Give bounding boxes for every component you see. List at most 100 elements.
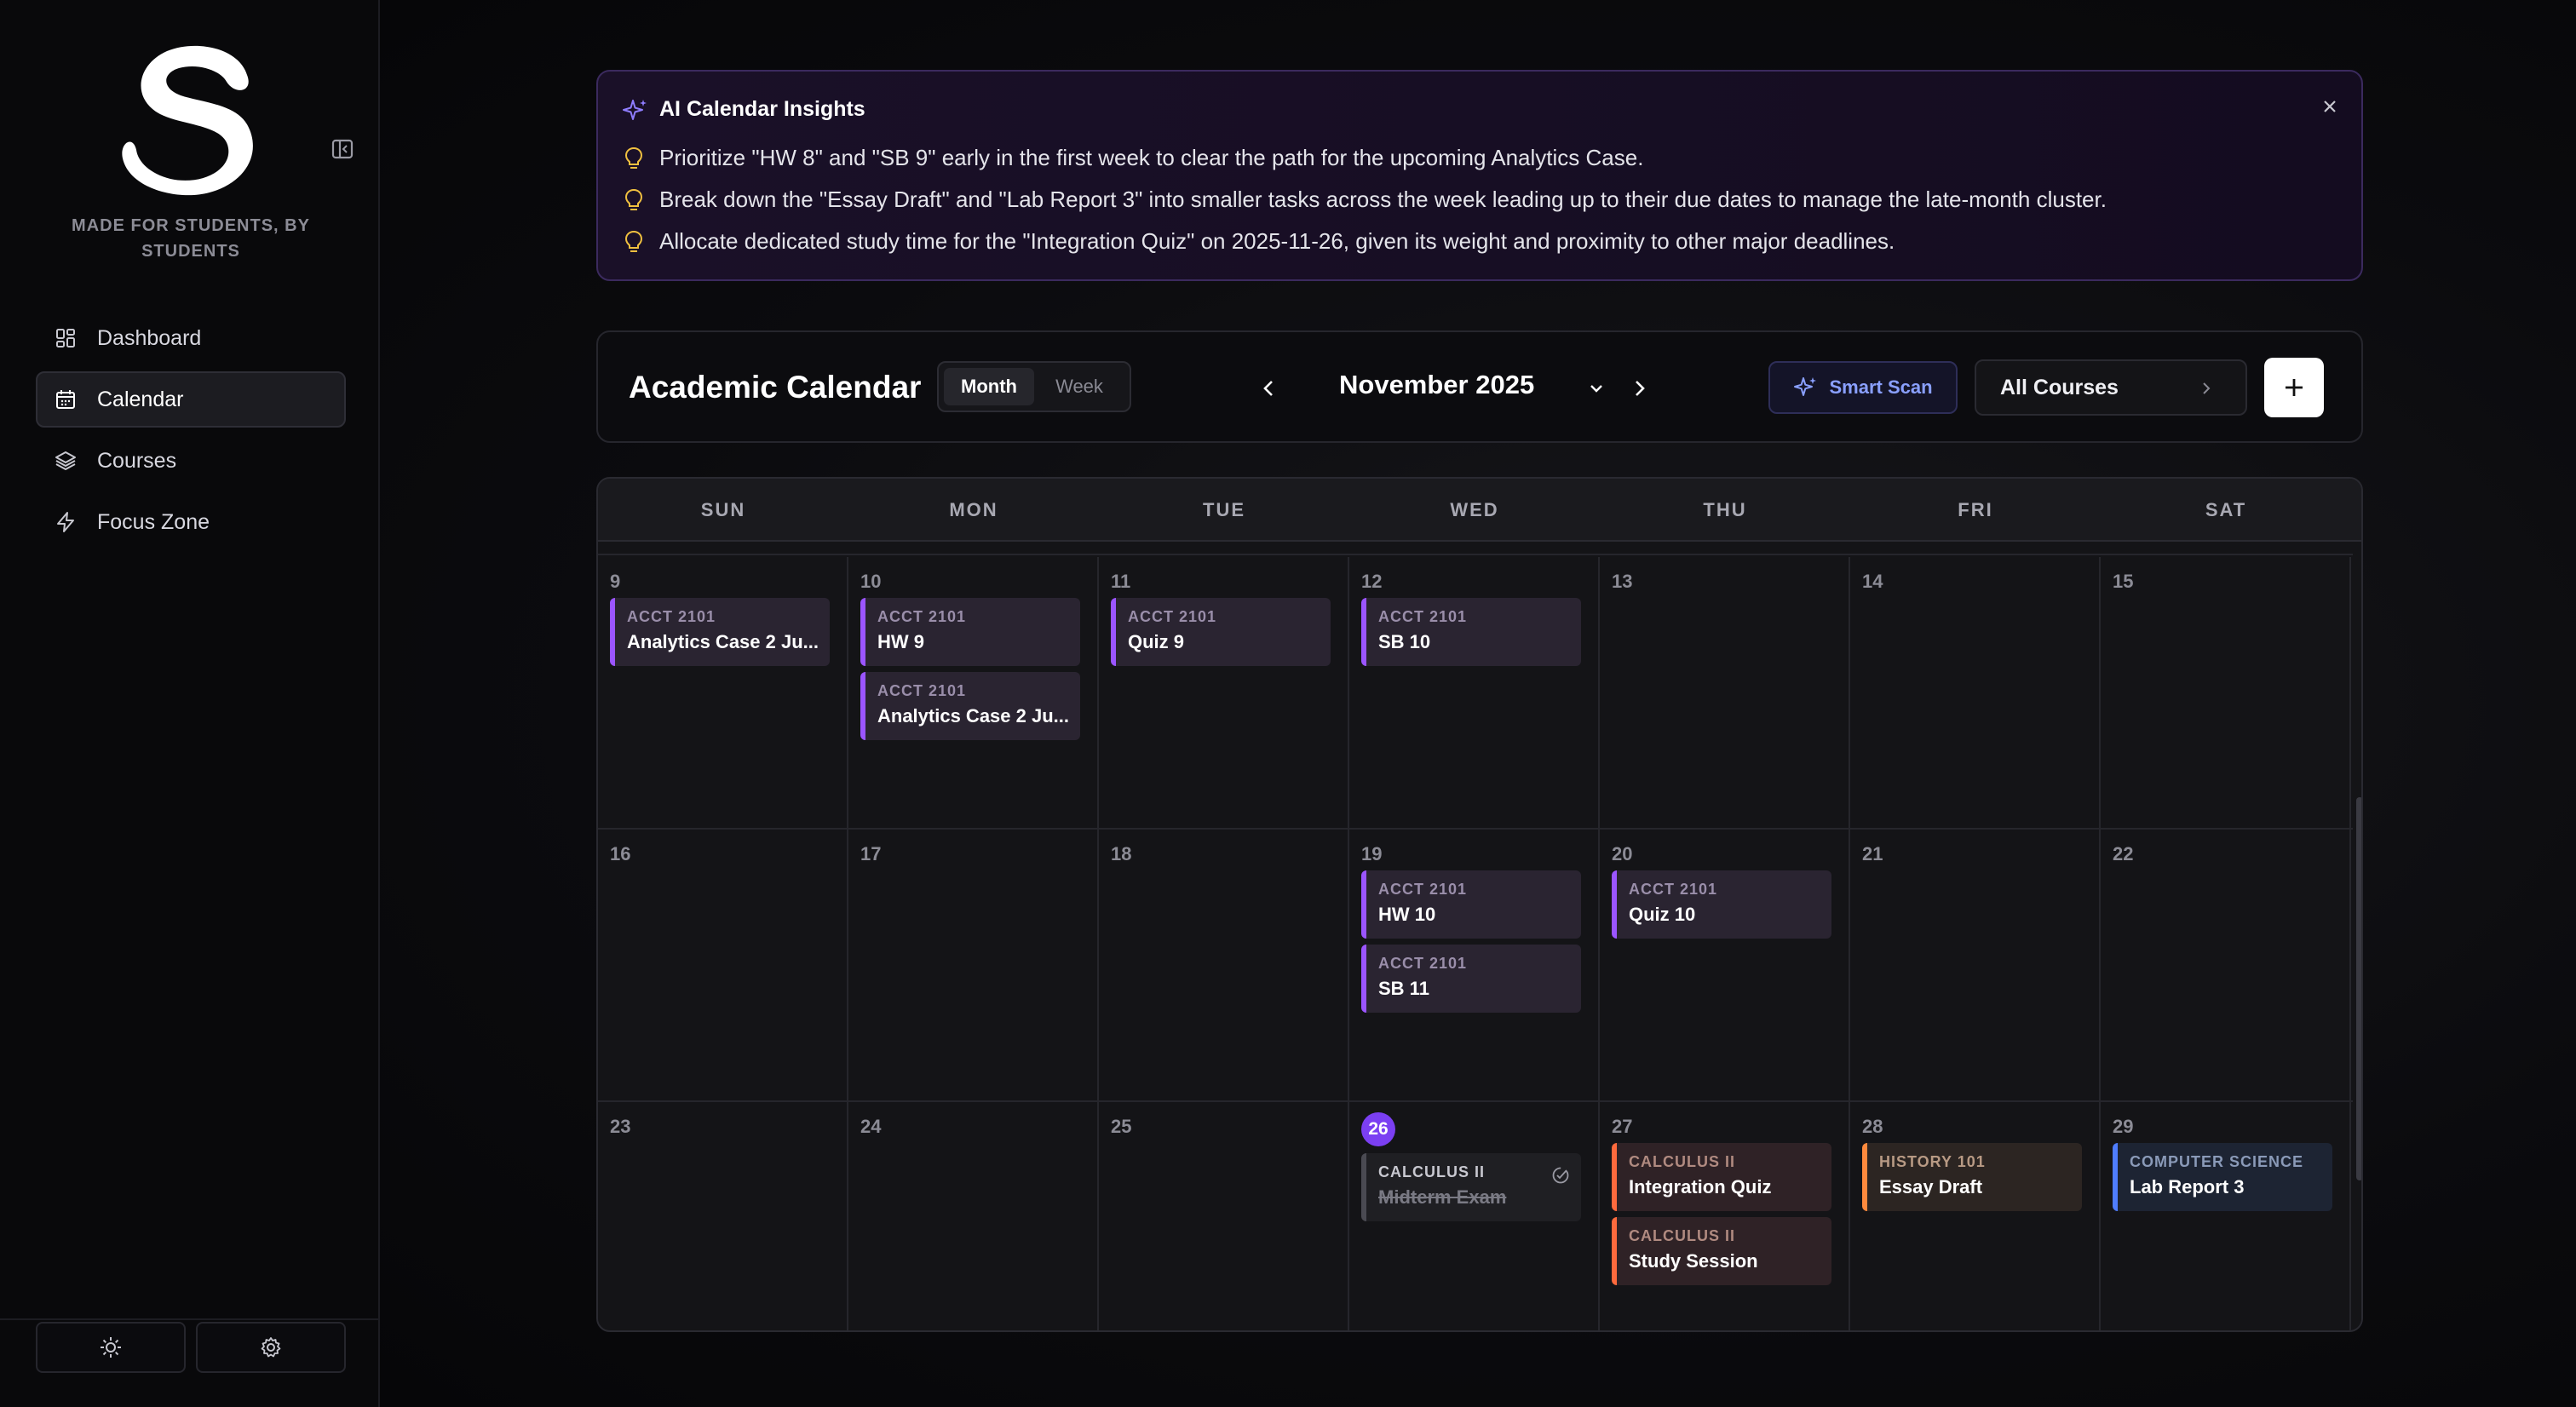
weekday-label: SAT [2205, 499, 2247, 520]
view-week-button[interactable]: Week [1034, 368, 1124, 405]
lightbulb-icon [624, 146, 643, 169]
day-number: 23 [610, 1116, 631, 1137]
event-title: SB 11 [1378, 978, 1429, 999]
weekday-label: TUE [1203, 499, 1245, 520]
day-cell[interactable]: 21 [1850, 830, 2101, 1100]
smart-scan-button[interactable]: Smart Scan [1768, 361, 1958, 414]
sidebar-collapse-icon[interactable] [329, 136, 356, 162]
day-cell[interactable]: 14 [1850, 557, 2101, 828]
day-number: 15 [2113, 571, 2134, 592]
weekday-label: MON [949, 499, 998, 520]
day-cell[interactable]: 22 [2101, 830, 2351, 1100]
view-toggle: Month Week [937, 361, 1131, 412]
calendar-event[interactable]: CALCULUS II Integration Quiz [1612, 1143, 1831, 1211]
insight-tip-text: Break down the "Essay Draft" and "Lab Re… [659, 187, 2107, 212]
day-number: 21 [1862, 843, 1883, 864]
day-cell[interactable]: 26 CALCULUS II Midterm Exam [1349, 1102, 1600, 1330]
gear-icon [261, 1337, 281, 1358]
layers-icon [55, 451, 76, 470]
scrollbar-thumb[interactable] [2356, 797, 2361, 1180]
nav-focus-zone-label: Focus Zone [97, 509, 210, 534]
event-course: ACCT 2101 [1378, 955, 1468, 972]
insight-tip-text: Allocate dedicated study time for the "I… [659, 228, 1895, 254]
nav-calendar[interactable]: Calendar [36, 371, 346, 428]
calendar-event[interactable]: ACCT 2101 HW 9 [860, 598, 1080, 666]
view-month-button[interactable]: Month [944, 368, 1034, 405]
day-cell[interactable]: 10 ACCT 2101 HW 9 ACCT 2101 Analytics Case 2… [848, 557, 1099, 828]
calendar-event[interactable]: COMPUTER SCIENCE Lab Report 3 [2113, 1143, 2332, 1211]
day-cell[interactable]: 16 [598, 830, 848, 1100]
calendar-event[interactable]: CALCULUS II Study Session [1612, 1217, 1831, 1285]
day-cell[interactable]: 17 [848, 830, 1099, 1100]
event-title: Quiz 9 [1128, 631, 1185, 652]
week-row: 16 17 18 19 ACCT 2101 HW 10 ACCT 2101 SB 11 20 AC… [598, 830, 2353, 1102]
day-cell[interactable]: 23 [598, 1102, 848, 1330]
weekday-label: FRI [1958, 499, 1993, 520]
day-cell[interactable]: 25 [1099, 1102, 1349, 1330]
prev-month-icon[interactable] [1254, 373, 1285, 404]
nav-courses[interactable]: Courses [36, 433, 346, 489]
month-label[interactable]: November 2025 [1339, 370, 1534, 400]
day-number: 29 [2113, 1116, 2134, 1137]
nav-focus-zone[interactable]: Focus Zone [36, 494, 346, 550]
day-cell[interactable]: 12 ACCT 2101 SB 10 [1349, 557, 1600, 828]
calendar-icon [56, 390, 75, 409]
event-title: Study Session [1629, 1250, 1758, 1272]
main-content: AI Calendar Insights Prioritize "HW 8" a… [380, 0, 2576, 1407]
app-logo[interactable] [119, 43, 264, 196]
nav-dashboard-label: Dashboard [97, 325, 202, 350]
next-month-icon[interactable] [1624, 373, 1654, 404]
day-cell[interactable]: 20 ACCT 2101 Quiz 10 [1600, 830, 1850, 1100]
chevron-down-icon[interactable] [1586, 378, 1607, 399]
day-number: 22 [2113, 843, 2134, 864]
day-number: 18 [1111, 843, 1132, 864]
day-number: 13 [1612, 571, 1633, 592]
event-title: Integration Quiz [1629, 1176, 1772, 1197]
event-course: ACCT 2101 [877, 682, 967, 699]
day-cell[interactable]: 18 [1099, 830, 1349, 1100]
day-cell[interactable]: 9 ACCT 2101 Analytics Case 2 Ju... [598, 557, 848, 828]
insights-title: AI Calendar Insights [659, 97, 865, 121]
calendar-event[interactable]: ACCT 2101 SB 11 [1361, 945, 1581, 1013]
add-event-button[interactable] [2264, 358, 2324, 417]
calendar-weekday-header: SUN MON TUE WED THU FRI SAT [598, 479, 2361, 542]
event-course: ACCT 2101 [1378, 608, 1468, 625]
nav-courses-label: Courses [97, 448, 177, 473]
event-course: ACCT 2101 [1629, 881, 1718, 898]
day-number: 17 [860, 843, 882, 864]
check-circle-icon[interactable] [1550, 1165, 1571, 1186]
theme-toggle-button[interactable] [36, 1322, 186, 1373]
day-cell[interactable]: 28 HISTORY 101 Essay Draft [1850, 1102, 2101, 1330]
event-course: CALCULUS II [1629, 1153, 1735, 1170]
settings-button[interactable] [196, 1322, 346, 1373]
app-tagline: MADE FOR STUDENTS, BY STUDENTS [72, 216, 310, 261]
calendar-event[interactable]: ACCT 2101 Quiz 10 [1612, 870, 1831, 939]
calendar-event[interactable]: CALCULUS II Midterm Exam [1361, 1153, 1581, 1221]
day-number: 9 [610, 571, 621, 592]
calendar-event[interactable]: ACCT 2101 SB 10 [1361, 598, 1581, 666]
ai-insights-panel: AI Calendar Insights Prioritize "HW 8" a… [596, 70, 2363, 281]
event-title: Quiz 10 [1629, 904, 1696, 925]
lightbulb-icon [624, 230, 643, 252]
sidebar-nav: Dashboard Calendar Courses Focus Zone [36, 310, 346, 555]
day-cell[interactable]: 19 ACCT 2101 HW 10 ACCT 2101 SB 11 [1349, 830, 1600, 1100]
calendar-event[interactable]: HISTORY 101 Essay Draft [1862, 1143, 2082, 1211]
day-cell[interactable]: 13 [1600, 557, 1850, 828]
event-title: HW 9 [877, 631, 924, 652]
day-cell[interactable]: 29 COMPUTER SCIENCE Lab Report 3 [2101, 1102, 2351, 1330]
day-number: 14 [1862, 571, 1883, 592]
calendar-event[interactable]: ACCT 2101 Analytics Case 2 Ju... [860, 672, 1080, 740]
calendar-scrollbar[interactable] [2353, 542, 2361, 1330]
course-filter-dropdown[interactable]: All Courses [1975, 359, 2247, 416]
day-cell[interactable]: 24 [848, 1102, 1099, 1330]
nav-dashboard[interactable]: Dashboard [36, 310, 346, 366]
calendar-event[interactable]: ACCT 2101 Quiz 9 [1111, 598, 1331, 666]
event-course: ACCT 2101 [1378, 881, 1468, 898]
day-cell[interactable]: 27 CALCULUS II Integration Quiz CALCULUS II… [1600, 1102, 1850, 1330]
day-cell[interactable]: 11 ACCT 2101 Quiz 9 [1099, 557, 1349, 828]
day-number: 20 [1612, 843, 1633, 864]
calendar-event[interactable]: ACCT 2101 Analytics Case 2 Ju... [610, 598, 830, 666]
close-icon[interactable] [2317, 94, 2343, 119]
calendar-event[interactable]: ACCT 2101 HW 10 [1361, 870, 1581, 939]
day-cell[interactable]: 15 [2101, 557, 2351, 828]
